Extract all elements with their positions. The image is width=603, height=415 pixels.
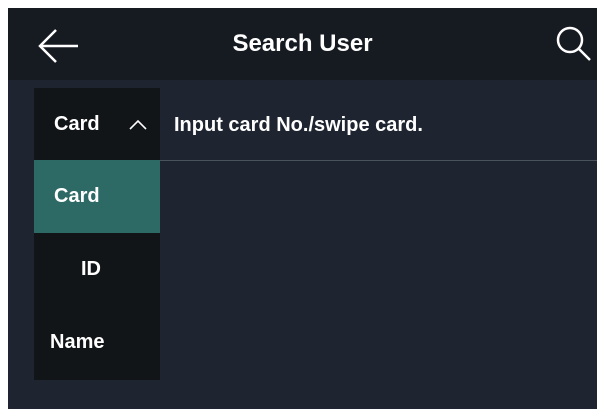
header-bar: Search User bbox=[8, 8, 597, 80]
menu-item-label: ID bbox=[81, 258, 101, 280]
screen: Search User Card Card ID Name bbox=[8, 8, 597, 409]
search-type-menu: Card ID Name bbox=[34, 160, 160, 380]
search-type-dropdown[interactable]: Card bbox=[34, 88, 160, 160]
search-input[interactable] bbox=[174, 108, 574, 142]
search-button[interactable] bbox=[554, 24, 594, 64]
page-title: Search User bbox=[232, 30, 373, 57]
menu-item-card[interactable]: Card bbox=[34, 160, 160, 233]
search-type-label: Card bbox=[54, 113, 100, 135]
search-icon bbox=[556, 26, 591, 61]
menu-item-name[interactable]: Name bbox=[34, 306, 160, 379]
divider bbox=[160, 160, 597, 161]
menu-item-label: Name bbox=[50, 331, 105, 353]
menu-item-label: Card bbox=[54, 185, 100, 207]
menu-item-id[interactable]: ID bbox=[34, 233, 160, 306]
chevron-up-icon bbox=[129, 119, 147, 130]
